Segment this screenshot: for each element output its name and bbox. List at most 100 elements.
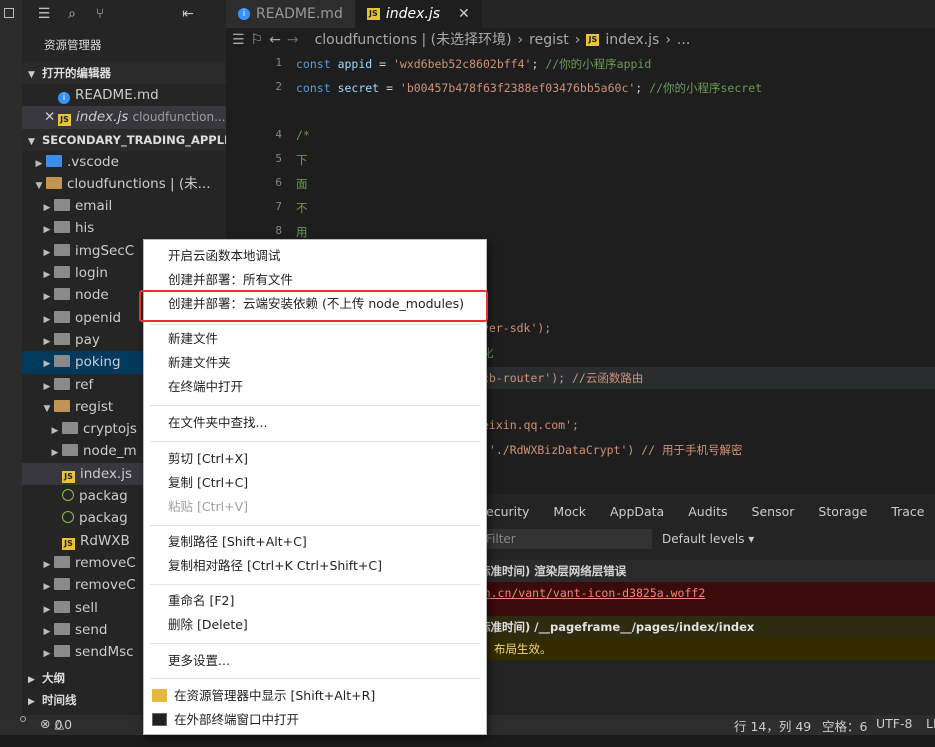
chevron-right-icon: ▶ [51,448,59,459]
list-icon[interactable]: ☰ [30,0,58,28]
tree-item[interactable]: ▼ cloudfunctions | (未... [22,173,226,195]
forward-arrow-icon[interactable]: → [287,28,299,52]
close-icon[interactable]: ✕ [44,106,58,128]
var-name: appid [337,57,373,71]
keyword: const [296,57,331,71]
collapse-sidebar-icon[interactable]: ⇤ [174,0,202,28]
open-editor-item[interactable]: i README.md [22,84,226,106]
explorer-icon[interactable] [4,8,14,18]
folder-icon [54,288,70,301]
breadcrumb: ☰ ⚐ ← → cloudfunctions | (未选择环境) › regist… [226,28,935,52]
code-line: 面 [296,177,308,191]
devtools-tab[interactable]: Audits [676,504,739,519]
menu-item-copy-path[interactable]: 复制路径 [Shift+Alt+C] [168,530,307,554]
menu-item-copy[interactable]: 复制 [Ctrl+C] [168,471,248,495]
menu-item-enable-local-debug[interactable]: 开启云函数本地调试 [168,244,281,268]
taskbar [0,735,935,747]
folder-icon [54,377,70,390]
folder-icon [46,176,62,189]
chevron-right-icon: ▶ [43,270,51,281]
devtools-tab[interactable]: Sensor [740,504,807,519]
breadcrumb-folder[interactable]: regist [529,28,569,52]
folder-icon [62,444,78,457]
project-header[interactable]: ▼ SECONDARY_TRADING_APPLE... [22,128,226,151]
js-file-icon: JS [62,470,75,483]
breadcrumb-file[interactable]: index.js [605,28,659,52]
code-line: 用 [296,225,308,239]
menu-separator [150,405,480,406]
menu-item-copy-relative-path[interactable]: 复制相对路径 [Ctrl+K Ctrl+Shift+C] [168,554,382,578]
menu-item-more-settings[interactable]: 更多设置... [168,649,230,673]
menu-item-new-folder[interactable]: 新建文件夹 [168,351,231,375]
chevron-right-icon: ▶ [43,582,51,593]
menu-separator [150,678,480,679]
problems-indicator[interactable]: ⊗ 0 △ 0 [40,716,72,732]
tree-item[interactable]: ▶ his [22,217,226,239]
problems-icon[interactable] [20,716,26,722]
folder-icon [54,355,70,368]
menu-item-find-in-folder[interactable]: 在文件夹中查找... [168,411,267,435]
tree-item-label: RdWXB [80,532,130,549]
devtools-tab[interactable]: Trace [879,504,935,519]
bookmark-icon[interactable]: ⚐ [251,28,264,52]
tab-readme[interactable]: i README.md [226,0,355,28]
list-icon[interactable]: ☰ [232,28,245,52]
chevron-right-icon: ▶ [43,203,51,214]
string-literal: 'wxd6beb52c8602bff4' [392,57,532,71]
tree-item-label: login [75,265,108,282]
json-file-icon [62,511,74,524]
search-icon[interactable]: ⌕ [58,0,86,28]
line-ending[interactable]: LF [926,716,935,731]
js-file-icon: JS [62,537,75,550]
code-line: 不 [296,201,308,215]
folder-icon [54,199,70,212]
tree-item-label: .vscode [67,153,119,170]
code-fragment: ver-sdk'); [482,321,552,335]
tab-index-js[interactable]: JS index.js ✕ [354,0,482,28]
menu-item-deploy-all-files[interactable]: 创建并部署：所有文件 [168,268,293,292]
menu-item-new-file[interactable]: 新建文件 [168,327,218,351]
js-file-icon: JS [58,114,71,127]
menu-item-delete[interactable]: 删除 [Delete] [168,613,248,637]
devtools-tab[interactable]: AppData [598,504,676,519]
code-line: const appid = 'wxd6beb52c8602bff4'; //你的… [296,57,652,71]
tree-item-label: index.js [80,465,133,482]
sidebar-toolbar: ☰ ⌕ ⑂ ⇤ [22,0,226,28]
tree-item[interactable]: ▶ email [22,195,226,217]
breadcrumb-more[interactable]: ... [677,28,690,52]
menu-item-open-external-terminal[interactable]: 在外部终端窗口中打开 [174,708,299,732]
info-icon: i [58,92,70,104]
menu-item-cut[interactable]: 剪切 [Ctrl+X] [168,447,248,471]
devtools-tab[interactable]: Mock [541,504,598,519]
tree-item-label: node [75,287,109,304]
cursor-position[interactable]: 行 14，列 49 [734,716,811,735]
menu-item-open-in-terminal[interactable]: 在终端中打开 [168,375,243,399]
back-arrow-icon[interactable]: ← [269,28,281,52]
code-line: const secret = 'b00457b478f63f2388ef0347… [296,81,763,95]
open-editor-item[interactable]: ✕ JS index.js cloudfunction... [22,106,226,129]
comment: //你的小程序appid [545,57,652,71]
indentation[interactable]: 空格：6 [822,716,867,735]
folder-icon [54,622,70,635]
menu-item-reveal-in-explorer[interactable]: 在资源管理器中显示 [Shift+Alt+R] [174,684,375,708]
folder-icon [62,422,78,435]
close-tab-icon[interactable]: ✕ [458,0,470,28]
tree-item-label: his [75,220,95,237]
menu-item-rename[interactable]: 重命名 [F2] [168,589,234,613]
source-control-icon[interactable]: ⑂ [86,0,114,28]
line-number: 2 [275,80,282,93]
ide-window: ☰ ⌕ ⑂ ⇤ 资源管理器 ▼ 打开的编辑器 i README.md ✕ JS inde… [0,0,935,747]
breadcrumb-root[interactable]: cloudfunctions | (未选择环境) [315,28,512,52]
folder-icon [54,310,70,323]
menu-separator [150,643,480,644]
devtools-tab[interactable]: Storage [806,504,879,519]
open-editors-header[interactable]: ▼ 打开的编辑器 [22,62,226,84]
chevron-right-icon: ▶ [51,426,59,437]
line-number: 1 [275,56,282,69]
filter-input[interactable]: Filter [482,529,652,549]
chevron-right-icon: ▶ [43,314,51,325]
chevron-down-icon: ▼ [35,180,43,191]
encoding[interactable]: UTF-8 [876,716,912,731]
tree-item[interactable]: ▶ .vscode [22,151,226,173]
levels-dropdown[interactable]: Default levels ▾ [662,532,754,546]
